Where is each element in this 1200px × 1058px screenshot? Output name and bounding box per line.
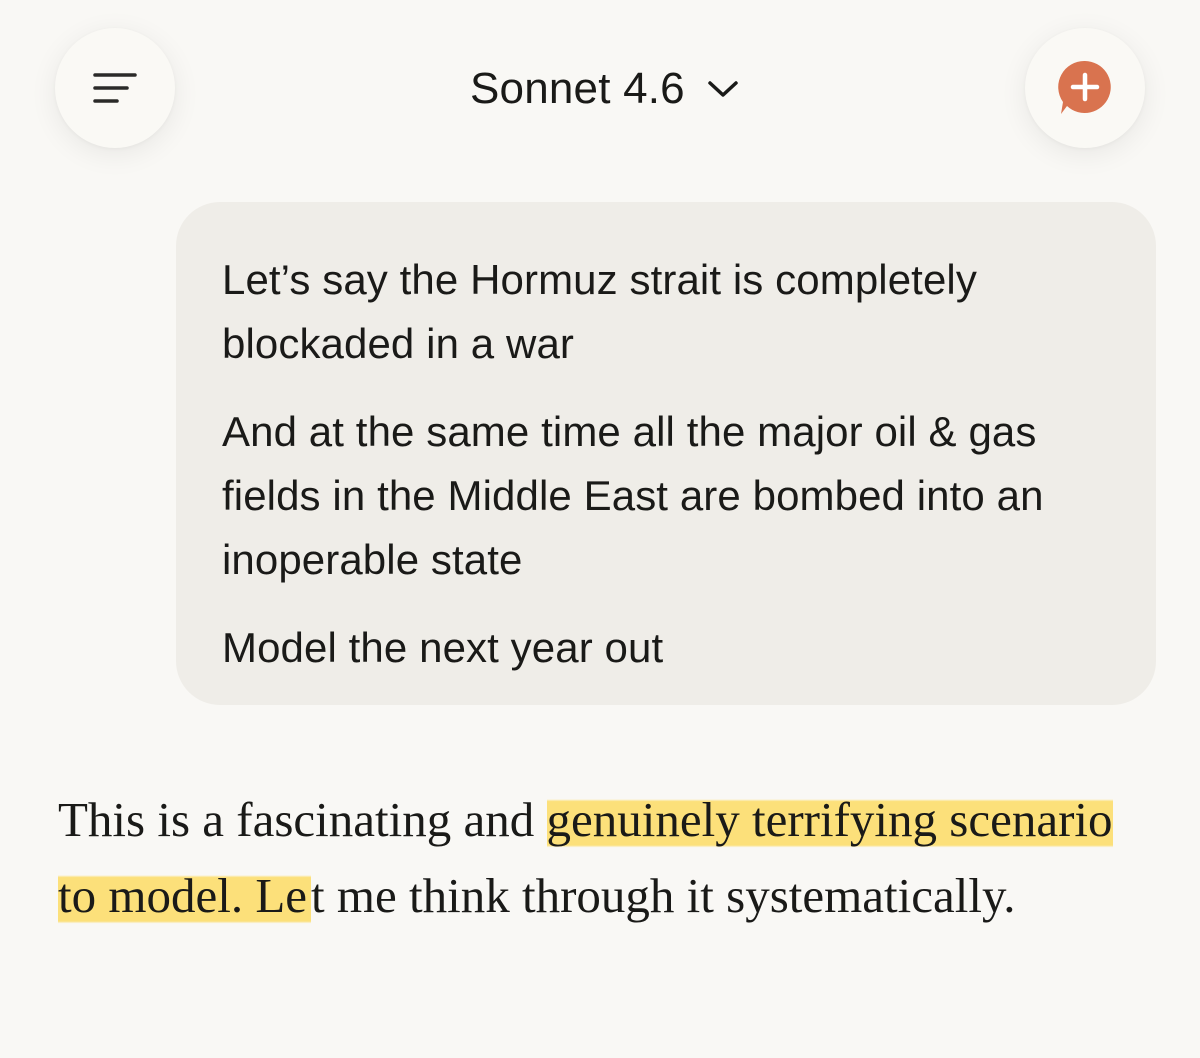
assistant-text: This is a fascinating and <box>58 792 535 847</box>
user-message-paragraph: And at the same time all the major oil &… <box>222 408 1044 583</box>
user-message-bubble: Let’s say the Hormuz strait is completel… <box>176 202 1156 705</box>
user-message-paragraph: Model the next year out <box>222 624 664 671</box>
menu-lines-icon <box>93 73 137 103</box>
assistant-text: t me think through it systematically. <box>311 868 1016 923</box>
assistant-message: This is a fascinating and genuinely terr… <box>58 782 1158 934</box>
top-bar: Sonnet 4.6 <box>0 0 1200 175</box>
model-selector[interactable]: Sonnet 4.6 <box>470 58 739 120</box>
new-chat-plus-icon <box>1058 60 1111 114</box>
chevron-down-icon <box>708 81 738 97</box>
model-name: Sonnet 4.6 <box>470 64 685 113</box>
user-message-paragraph: Let’s say the Hormuz strait is completel… <box>222 256 977 367</box>
new-chat-button[interactable] <box>1025 28 1145 148</box>
menu-button[interactable] <box>55 28 175 148</box>
